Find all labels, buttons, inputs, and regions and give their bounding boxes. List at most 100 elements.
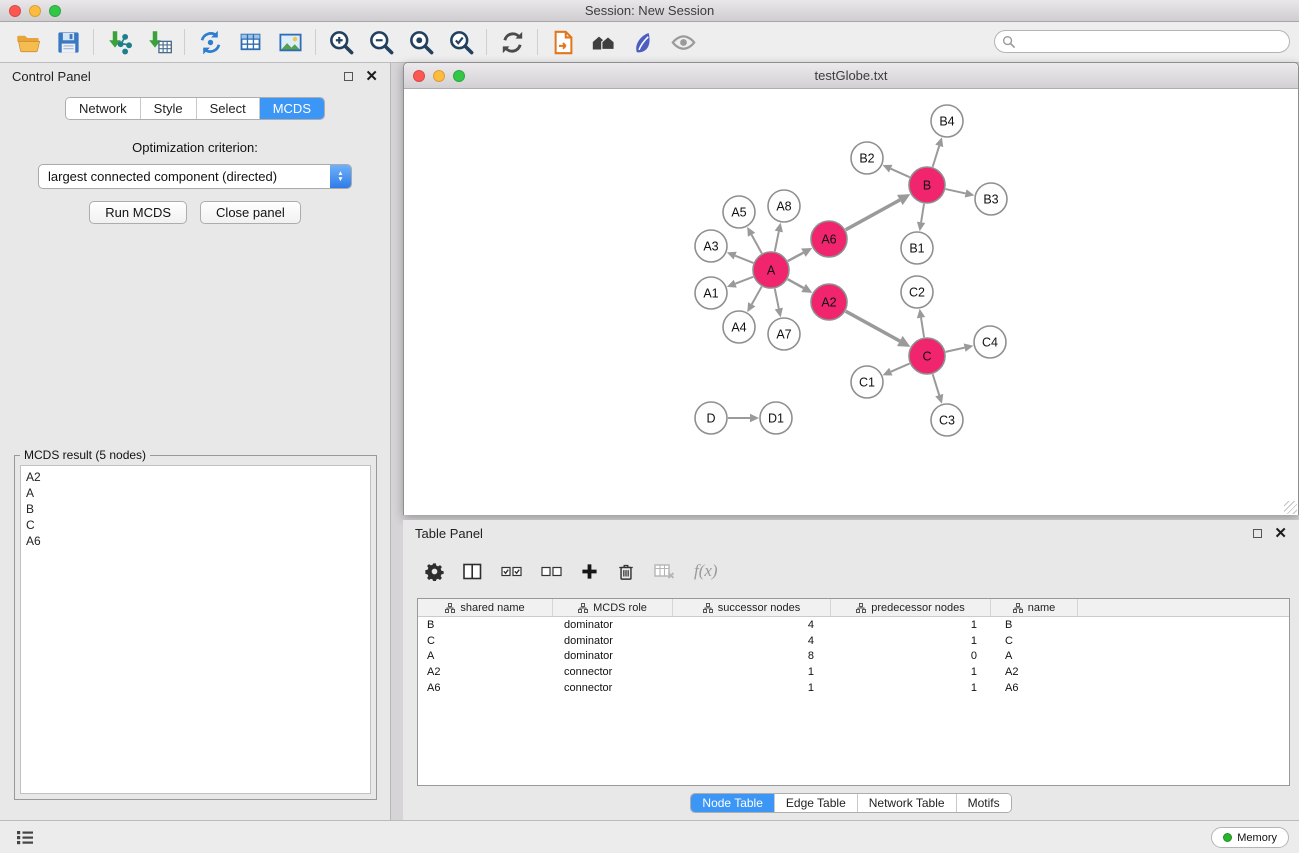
network-close-button[interactable] xyxy=(413,70,425,82)
table-row[interactable]: A6connector11A6 xyxy=(418,680,1289,696)
refresh-layout-button[interactable] xyxy=(492,25,532,59)
graph-edge-C-C4[interactable] xyxy=(946,348,965,352)
column-header-name[interactable]: name xyxy=(991,599,1078,616)
mcds-result-list[interactable]: A2ABCA6 xyxy=(20,465,371,794)
result-item[interactable]: A xyxy=(26,485,365,501)
select-all-columns-button[interactable] xyxy=(501,564,522,579)
run-mcds-button[interactable]: Run MCDS xyxy=(89,201,187,224)
graph-node-A3[interactable]: A3 xyxy=(695,230,727,262)
zoom-selected-button[interactable] xyxy=(441,25,481,59)
zoom-window-button[interactable] xyxy=(49,5,61,17)
graph-node-C3[interactable]: C3 xyxy=(931,404,963,436)
minimize-window-button[interactable] xyxy=(29,5,41,17)
graph-node-D1[interactable]: D1 xyxy=(760,402,792,434)
float-table-panel-icon[interactable] xyxy=(1253,529,1262,538)
table-row[interactable]: Cdominator41C xyxy=(418,633,1289,649)
close-window-button[interactable] xyxy=(9,5,21,17)
close-panel-button[interactable]: Close panel xyxy=(200,201,301,224)
graph-node-A7[interactable]: A7 xyxy=(768,318,800,350)
tab-style[interactable]: Style xyxy=(140,98,196,119)
network-window-titlebar[interactable]: testGlobe.txt xyxy=(404,63,1298,89)
new-network-button[interactable] xyxy=(190,25,230,59)
graph-edge-C-C3[interactable] xyxy=(933,374,940,395)
graph-edge-B-B1[interactable] xyxy=(921,204,924,223)
close-table-panel-icon[interactable]: ✕ xyxy=(1274,526,1287,541)
graph-edge-B-B3[interactable] xyxy=(946,189,966,193)
graph-node-C1[interactable]: C1 xyxy=(851,366,883,398)
graph-edge-A-A5[interactable] xyxy=(752,235,762,254)
graph-node-A2[interactable]: A2 xyxy=(811,284,847,320)
graph-node-B3[interactable]: B3 xyxy=(975,183,1007,215)
network-graph[interactable]: B4B2BB3B1A5A8A6A3AA1A2C2A4A7C4CC1C3DD1 xyxy=(404,89,1298,515)
graph-edge-A6-B[interactable] xyxy=(846,200,900,230)
table-tab-node-table[interactable]: Node Table xyxy=(691,794,774,812)
column-header-successor-nodes[interactable]: successor nodes xyxy=(673,599,831,616)
resize-grip[interactable] xyxy=(1284,501,1297,514)
graph-edge-A-A6[interactable] xyxy=(788,253,804,261)
graph-node-B[interactable]: B xyxy=(909,167,945,203)
result-item[interactable]: B xyxy=(26,501,365,517)
graph-edge-A-A4[interactable] xyxy=(752,287,762,305)
memory-button[interactable]: Memory xyxy=(1211,827,1289,848)
function-builder-button[interactable]: f(x) xyxy=(694,561,718,581)
graph-node-A4[interactable]: A4 xyxy=(723,311,755,343)
graph-edge-B-B2[interactable] xyxy=(891,169,910,178)
table-row[interactable]: Adominator80A xyxy=(418,649,1289,665)
optimization-criterion-dropdown[interactable]: largest connected component (directed) ▲… xyxy=(38,164,352,189)
graph-edge-C-C2[interactable] xyxy=(921,318,924,338)
delete-column-button[interactable] xyxy=(617,562,635,581)
graph-edge-A-A1[interactable] xyxy=(735,277,753,284)
search-box[interactable] xyxy=(994,30,1290,53)
show-columns-button[interactable] xyxy=(463,563,482,580)
import-table-button[interactable] xyxy=(139,25,179,59)
show-all-button[interactable] xyxy=(583,25,623,59)
network-canvas[interactable]: B4B2BB3B1A5A8A6A3AA1A2C2A4A7C4CC1C3DD1 xyxy=(404,89,1298,515)
graph-node-C[interactable]: C xyxy=(909,338,945,374)
import-network-button[interactable] xyxy=(99,25,139,59)
tab-select[interactable]: Select xyxy=(196,98,259,119)
graph-edge-A-A7[interactable] xyxy=(775,289,779,309)
close-panel-icon[interactable]: ✕ xyxy=(365,69,378,84)
result-item[interactable]: C xyxy=(26,517,365,533)
graph-edge-C-C1[interactable] xyxy=(891,364,910,372)
task-history-button[interactable] xyxy=(12,828,38,847)
graph-edge-B-B4[interactable] xyxy=(933,146,940,167)
tab-mcds[interactable]: MCDS xyxy=(259,98,324,119)
zoom-fit-button[interactable] xyxy=(401,25,441,59)
graph-node-A6[interactable]: A6 xyxy=(811,221,847,257)
graph-node-B2[interactable]: B2 xyxy=(851,142,883,174)
graph-node-C4[interactable]: C4 xyxy=(974,326,1006,358)
open-session-button[interactable] xyxy=(8,25,48,59)
show-hide-button[interactable] xyxy=(663,25,703,59)
deselect-all-columns-button[interactable] xyxy=(541,564,562,579)
graph-node-B1[interactable]: B1 xyxy=(901,232,933,264)
export-image-button[interactable] xyxy=(270,25,310,59)
add-column-button[interactable] xyxy=(581,563,598,580)
column-header-predecessor-nodes[interactable]: predecessor nodes xyxy=(831,599,991,616)
zoom-in-button[interactable] xyxy=(321,25,361,59)
save-session-button[interactable] xyxy=(48,25,88,59)
new-table-button[interactable] xyxy=(230,25,270,59)
column-header-shared-name[interactable]: shared name xyxy=(418,599,553,616)
graph-edge-A-A3[interactable] xyxy=(735,256,753,263)
graph-node-C2[interactable]: C2 xyxy=(901,276,933,308)
graph-node-A8[interactable]: A8 xyxy=(768,190,800,222)
graph-edge-A-A2[interactable] xyxy=(788,279,804,288)
apply-style-button[interactable] xyxy=(623,25,663,59)
graph-node-A[interactable]: A xyxy=(753,252,789,288)
table-row[interactable]: A2connector11A2 xyxy=(418,664,1289,680)
table-settings-button[interactable] xyxy=(425,562,444,581)
graph-node-D[interactable]: D xyxy=(695,402,727,434)
network-minimize-button[interactable] xyxy=(433,70,445,82)
result-item[interactable]: A6 xyxy=(26,533,365,549)
column-header-mcds-role[interactable]: MCDS role xyxy=(553,599,673,616)
table-tab-network-table[interactable]: Network Table xyxy=(857,794,956,812)
table-row[interactable]: Bdominator41B xyxy=(418,617,1289,633)
graph-node-A1[interactable]: A1 xyxy=(695,277,727,309)
result-item[interactable]: A2 xyxy=(26,469,365,485)
zoom-out-button[interactable] xyxy=(361,25,401,59)
float-panel-icon[interactable] xyxy=(344,72,353,81)
network-zoom-button[interactable] xyxy=(453,70,465,82)
open-document-button[interactable] xyxy=(543,25,583,59)
table-tab-edge-table[interactable]: Edge Table xyxy=(774,794,857,812)
